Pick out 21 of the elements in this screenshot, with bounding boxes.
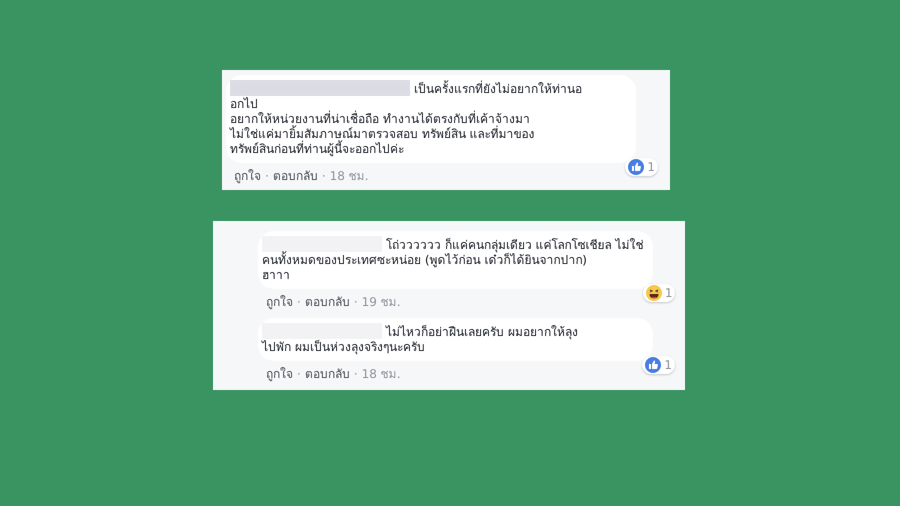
timestamp: 18 ชม. — [362, 367, 401, 382]
reaction-count: 1 — [625, 158, 658, 176]
comment-text: ไม่ไหวก็อย่าฝืนเลยครับ ผมอยากให้ลุง ไปพัก ผมเป็นห่วงลุงจริงๆนะครับ — [262, 325, 578, 354]
reaction-count: 1 — [642, 356, 675, 374]
separator-dot: · — [354, 295, 358, 310]
reply-link[interactable]: ตอบกลับ — [304, 295, 350, 310]
comment-text: เป็นครั้งแรกที่ยังไม่อยากให้ท่านอ อกไป อยากให้หน่วยงานที่น่าเชื่อถือ ทำงานได้ตรงกับที่เค้าจ้างมา ไม่ใช่แค่มายิ้มสัมภาษณ์มาตรวจสอบ ทรัพย์สิน และที่มาของ ทรัพย์สินก่อนที่ท่านผู้นี้จะออกไปค่ะ — [230, 82, 582, 156]
reply-link[interactable]: ตอบกลับ — [304, 367, 350, 382]
like-link[interactable]: ถูกใจ — [234, 169, 261, 184]
timestamp: 19 ชม. — [362, 295, 401, 310]
separator-dot: · — [354, 367, 358, 382]
comment-text: โถ่วววววว ก็แค่คนกลุ่มเดียว แค่โลกโซเชียล ไม่ใช่ คนทั้งหมดของประเทศซะหน่อย (พูดไว้ก่อน เด๋วก็ได้ยินจากปาก) ฮาาา — [262, 238, 644, 282]
separator-dot: · — [297, 295, 301, 310]
reaction-count: 1 — [642, 284, 676, 302]
like-link[interactable]: ถูกใจ — [266, 295, 293, 310]
reply-link[interactable]: ตอบกลับ — [272, 169, 318, 184]
like-link[interactable]: ถูกใจ — [266, 367, 293, 382]
timestamp: 18 ชม. — [330, 169, 369, 184]
separator-dot: · — [322, 169, 326, 184]
separator-dot: · — [297, 367, 301, 382]
separator-dot: · — [265, 169, 269, 184]
